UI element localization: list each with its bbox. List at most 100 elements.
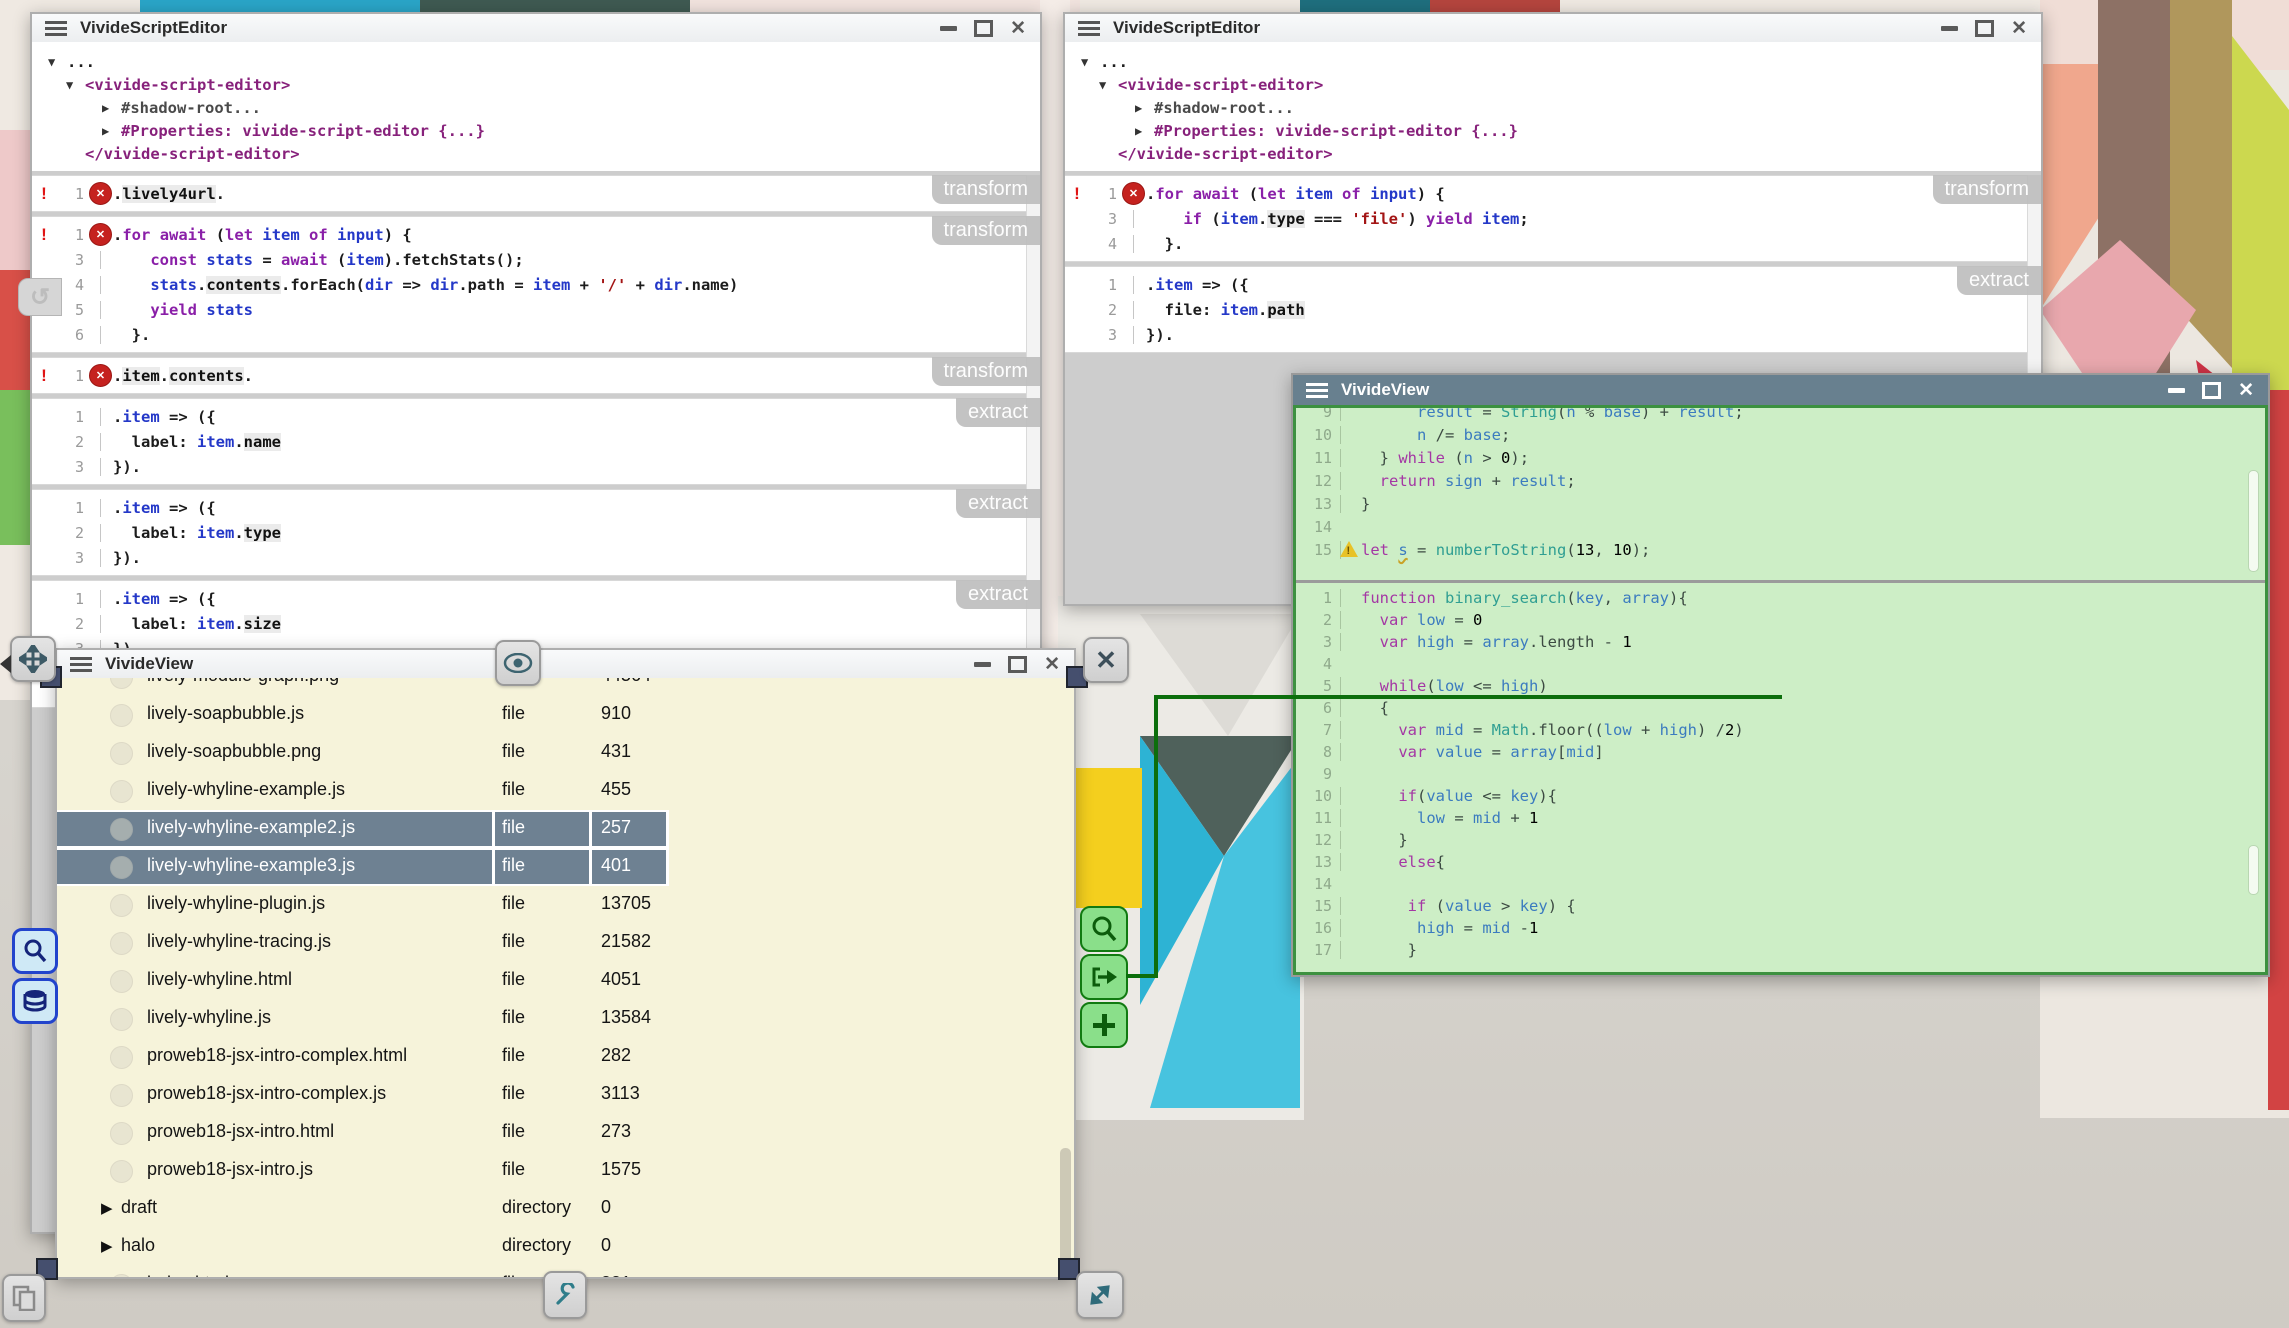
file-scrollbar-thumb[interactable] (1060, 1148, 1071, 1270)
code-text[interactable]: }). (100, 549, 1040, 567)
dom-tree-node[interactable]: ▶#shadow-root... (32, 96, 1040, 119)
maximize-button[interactable] (1008, 656, 1027, 673)
dom-tree-node[interactable]: ▶#Properties: vivide-script-editor {...} (32, 119, 1040, 142)
file-row[interactable]: lively-whyline-tracing.jsfile21582 (57, 924, 1074, 962)
script-step-block[interactable]: 1.item => ({2 label: item.type3}).extrac… (32, 489, 1040, 576)
code-text[interactable]: } (1340, 941, 2265, 959)
window-titlebar[interactable]: VivideView ✕ (57, 650, 1074, 679)
minimize-button[interactable] (1941, 26, 1958, 31)
menu-icon[interactable] (45, 21, 67, 36)
script-step-block[interactable]: !1✕.for await (let item of input) {3 if … (1065, 175, 2041, 262)
step-type-tag[interactable]: transform (932, 216, 1040, 245)
tree-expander-icon[interactable]: ▶ (102, 101, 121, 115)
step-type-tag[interactable]: extract (956, 398, 1040, 427)
code-text[interactable]: label: item.type (100, 524, 1040, 542)
code-text[interactable]: return sign + result; (1340, 472, 2265, 490)
add-view-button[interactable] (1080, 1002, 1128, 1048)
code-text[interactable]: .item => ({ (1133, 276, 2041, 294)
code-text[interactable]: var high = array.length - 1 (1340, 633, 2265, 651)
menu-icon[interactable] (70, 657, 92, 672)
resize-button[interactable] (1076, 1271, 1124, 1319)
file-row[interactable]: ▶draftdirectory0 (57, 1190, 1074, 1228)
minimize-button[interactable] (940, 26, 957, 31)
code-text[interactable]: .lively4url. (100, 185, 1040, 203)
dom-tree-node[interactable]: ▼<vivide-script-editor> (32, 73, 1040, 96)
preview-button[interactable] (495, 640, 541, 686)
tree-expander-icon[interactable]: ▶ (1135, 124, 1154, 138)
step-type-tag[interactable]: transform (932, 357, 1040, 386)
code-text[interactable]: label: item.size (100, 615, 1040, 633)
code-text[interactable]: yield stats (100, 301, 1040, 319)
script-step-block[interactable]: 1.item => ({2 label: item.name3}).extrac… (32, 398, 1040, 485)
maximize-button[interactable] (1975, 20, 1994, 37)
connect-output-button[interactable] (1080, 954, 1128, 1000)
file-row[interactable]: proweb18-jsx-intro.jsfile1575 (57, 1152, 1074, 1190)
window-titlebar[interactable]: VivideScriptEditor ✕ (32, 14, 1040, 43)
file-row[interactable]: proweb18-jsx-intro-complex.jsfile3113 (57, 1076, 1074, 1114)
code-text[interactable]: var low = 0 (1340, 611, 2265, 629)
close-button[interactable]: ✕ (2238, 381, 2254, 400)
code-pane-lower[interactable]: 1function binary_search(key, array){2 va… (1296, 583, 2265, 972)
dom-tree-node[interactable]: </vivide-script-editor> (1065, 142, 2041, 165)
maximize-button[interactable] (2202, 382, 2221, 399)
code-text[interactable]: .item => ({ (100, 590, 1040, 608)
file-row[interactable]: proweb18-jsx-intro-complex.htmlfile282 (57, 1038, 1074, 1076)
file-row[interactable]: lively-whyline-plugin.jsfile13705 (57, 886, 1074, 924)
step-type-tag[interactable]: extract (956, 580, 1040, 609)
code-text[interactable]: { (1340, 699, 2265, 717)
code-text[interactable]: }. (1133, 235, 2041, 253)
code-text[interactable]: .item => ({ (100, 499, 1040, 517)
script-step-block[interactable]: !1✕.item.contents.transform (32, 357, 1040, 394)
close-button[interactable]: ✕ (2011, 19, 2027, 38)
code-text[interactable]: }. (100, 326, 1040, 344)
code-text[interactable]: .for await (let item of input) { (1133, 185, 2041, 203)
code-text[interactable]: const stats = await (item).fetchStats(); (100, 251, 1040, 269)
code-text[interactable]: .for await (let item of input) { (100, 226, 1040, 244)
code-text[interactable]: result = String(n % base) + result; (1340, 408, 2265, 421)
tree-expander-icon[interactable]: ▼ (66, 78, 85, 92)
script-step-block[interactable]: !1✕.lively4url.transform (32, 175, 1040, 212)
code-text[interactable]: .item => ({ (100, 408, 1040, 426)
close-button[interactable]: ✕ (1044, 655, 1060, 674)
file-row[interactable]: proweb18-jsx-intro.htmlfile273 (57, 1114, 1074, 1152)
dom-tree-node[interactable]: </vivide-script-editor> (32, 142, 1040, 165)
menu-icon[interactable] (1078, 21, 1100, 36)
close-halo-button[interactable]: ✕ (1083, 637, 1129, 683)
minimize-button[interactable] (2168, 388, 2185, 393)
dom-tree-node[interactable]: ▶#Properties: vivide-script-editor {...} (1065, 119, 2041, 142)
script-step-block[interactable]: !1✕.for await (let item of input) {3 con… (32, 216, 1040, 353)
code-text[interactable]: if (value > key) { (1340, 897, 2265, 915)
script-step-block[interactable]: 1.item => ({2 file: item.path3}).extract (1065, 266, 2041, 353)
search-tool-button[interactable] (12, 928, 58, 974)
file-row[interactable]: lively-module-graph.pngfile44564 (57, 678, 1074, 696)
collapse-left-icon[interactable] (0, 655, 11, 673)
code-text[interactable]: } (1340, 831, 2265, 849)
data-source-button[interactable] (12, 978, 58, 1024)
code-scrollbar-thumb[interactable] (2248, 470, 2259, 572)
code-scrollbar-thumb[interactable] (2248, 845, 2259, 895)
tools-button[interactable] (543, 1271, 587, 1319)
code-text[interactable]: let s = numberToString(13, 10); (1340, 541, 2265, 559)
code-text[interactable]: }). (1133, 326, 2041, 344)
file-row[interactable]: lively-whyline.htmlfile4051 (57, 962, 1074, 1000)
minimize-button[interactable] (974, 662, 991, 667)
undo-button[interactable]: ↺ (18, 278, 62, 316)
step-type-tag[interactable]: transform (932, 175, 1040, 204)
maximize-button[interactable] (974, 20, 993, 37)
code-text[interactable]: function binary_search(key, array){ (1340, 589, 2265, 607)
copy-button[interactable] (2, 1274, 46, 1322)
file-row[interactable]: lively-whyline-example.jsfile455 (57, 772, 1074, 810)
move-button[interactable] (10, 636, 56, 682)
dom-tree-node[interactable]: ▼... (32, 50, 1040, 73)
inspect-output-button[interactable] (1080, 906, 1128, 952)
code-text[interactable]: var mid = Math.floor((low + high) /2) (1340, 721, 2265, 739)
code-text[interactable]: high = mid -1 (1340, 919, 2265, 937)
code-text[interactable]: var value = array[mid] (1340, 743, 2265, 761)
step-type-tag[interactable]: transform (1933, 175, 2041, 204)
dom-tree-node[interactable]: ▶#shadow-root... (1065, 96, 2041, 119)
step-type-tag[interactable]: extract (956, 489, 1040, 518)
file-row[interactable]: lively-soapbubble.pngfile431 (57, 734, 1074, 772)
code-text[interactable]: label: item.name (100, 433, 1040, 451)
code-text[interactable]: }). (100, 458, 1040, 476)
file-row[interactable]: lively-whyline-example3.jsfile401 (57, 848, 1074, 886)
